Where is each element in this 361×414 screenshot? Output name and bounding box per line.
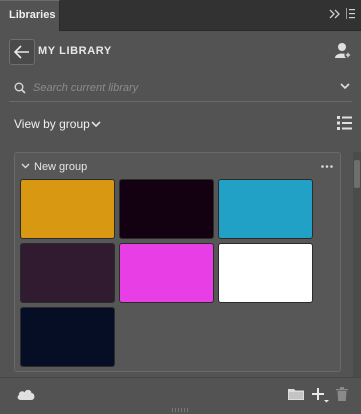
cloud-icon[interactable]	[16, 388, 36, 401]
panel-tab-bar: Libraries	[0, 0, 361, 31]
color-swatch[interactable]	[218, 243, 313, 303]
list-view-icon[interactable]	[337, 116, 352, 130]
panel-menu-icon[interactable]	[346, 8, 355, 19]
color-swatch[interactable]	[119, 179, 214, 239]
library-header: MY LIBRARY	[9, 39, 352, 67]
search-bar	[9, 76, 352, 102]
library-title: MY LIBRARY	[38, 45, 112, 57]
library-group: New group	[14, 152, 341, 372]
search-input[interactable]	[33, 78, 323, 98]
group-header[interactable]: New group	[15, 153, 340, 179]
color-swatch[interactable]	[20, 307, 115, 367]
chevron-down-icon[interactable]	[21, 163, 30, 169]
folder-icon[interactable]	[288, 388, 304, 400]
color-swatch[interactable]	[20, 243, 115, 303]
panel-footer	[0, 377, 361, 414]
color-swatch[interactable]	[20, 179, 115, 239]
arrow-left-icon	[14, 45, 29, 59]
back-button[interactable]	[9, 39, 35, 65]
scrollbar-thumb[interactable]	[354, 160, 360, 188]
group-name: New group	[34, 161, 88, 173]
view-by-group-dropdown[interactable]: View by group	[14, 117, 90, 131]
color-swatch[interactable]	[119, 243, 214, 303]
collapse-panel-icon[interactable]	[329, 9, 340, 19]
chevron-down-icon[interactable]	[91, 121, 101, 128]
libraries-panel: MY LIBRARY View by group	[0, 31, 361, 414]
resize-grip[interactable]	[172, 408, 190, 412]
user-add-icon[interactable]	[334, 42, 352, 60]
chevron-down-icon[interactable]	[340, 83, 350, 90]
more-icon[interactable]	[321, 165, 333, 168]
search-icon	[14, 82, 26, 94]
color-swatch[interactable]	[218, 179, 313, 239]
add-icon[interactable]	[311, 387, 329, 403]
tab-libraries[interactable]: Libraries	[0, 0, 60, 31]
trash-icon[interactable]	[336, 387, 348, 401]
panel-controls	[329, 8, 355, 19]
view-mode-row: View by group	[14, 115, 354, 137]
